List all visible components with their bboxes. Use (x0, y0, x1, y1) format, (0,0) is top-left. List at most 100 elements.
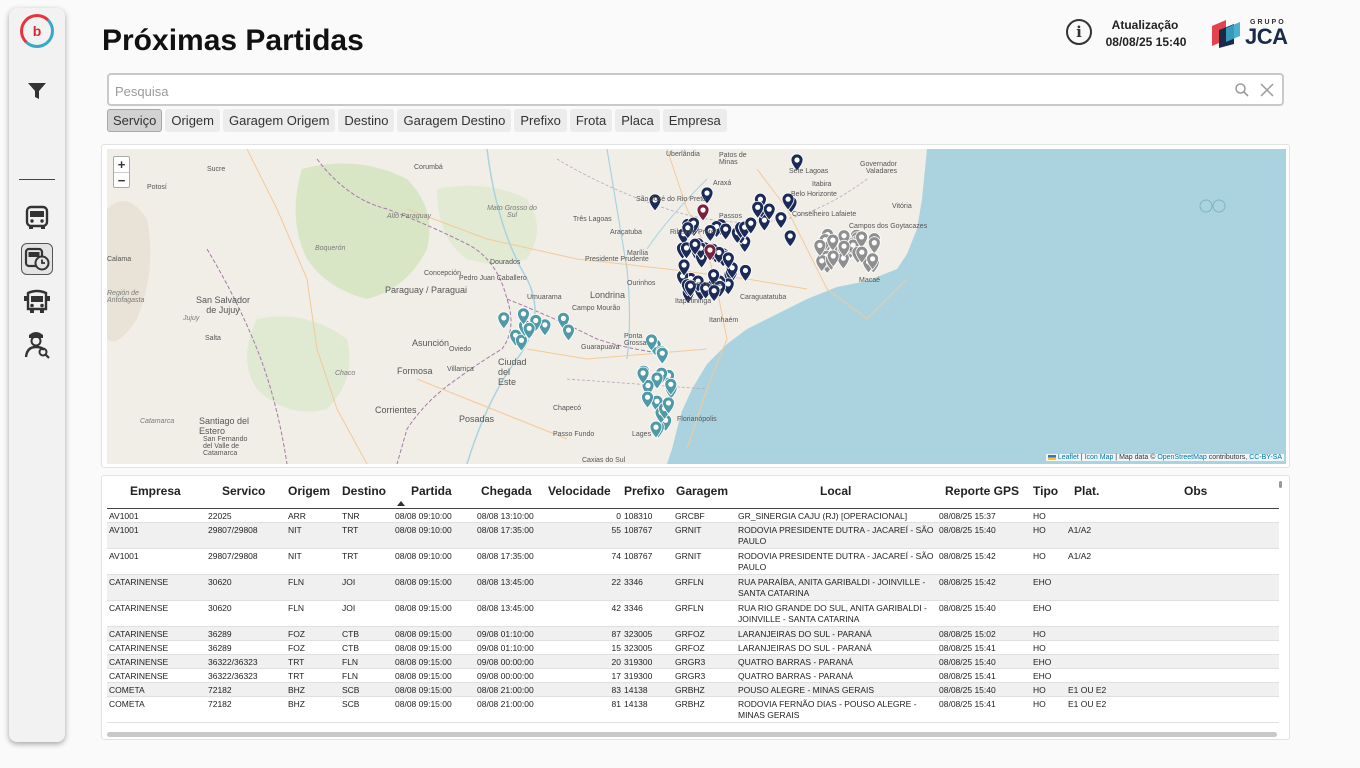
chip-destino[interactable]: Destino (338, 109, 395, 132)
map-label: San Fernando del Valle de Catamarca (203, 436, 248, 457)
table-row[interactable]: COMETA 72182 BHZ SCB 08/08 09:15:00 08/08 21:… (107, 683, 1279, 697)
map-marker-icon[interactable] (783, 229, 797, 248)
col-header-empresa[interactable]: Empresa (130, 484, 181, 498)
cell-origem: BHZ (288, 699, 305, 709)
cell-empresa: CATARINENSE (109, 603, 169, 613)
table-row[interactable]: CATARINENSE 30620 FLN JOI 08/08 09:15:00 08/0… (107, 575, 1279, 601)
col-header-partida[interactable]: Partida (411, 484, 452, 498)
app-logo-text: b (32, 23, 42, 39)
cell-destino: TRT (342, 525, 359, 535)
map-view[interactable]: Uberlândia Patos de Minas Governador Val… (107, 149, 1286, 464)
table-row[interactable]: AV1001 29807/29808 NIT TRT 08/08 09:10:00 08/… (107, 523, 1279, 549)
map-label: Alto Paraguay (387, 213, 431, 220)
map-marker-icon[interactable] (515, 333, 528, 352)
search-input[interactable] (115, 81, 1225, 101)
cell-velocidade: 42 (611, 603, 621, 613)
col-header-servico[interactable]: Servico (222, 484, 265, 498)
cell-destino: FLN (342, 657, 359, 667)
col-header-origem[interactable]: Origem (288, 484, 330, 498)
update-label: Atualização (1111, 18, 1179, 32)
bus-front-icon[interactable] (21, 286, 53, 318)
table-row[interactable]: CATARINENSE 36289 FOZ CTB 08/08 09:15:00 09/0… (107, 641, 1279, 655)
map-marker-icon[interactable] (696, 203, 710, 222)
attribution-license-link[interactable]: CC-BY-SA (1249, 454, 1282, 461)
map-label: Lages (632, 431, 652, 438)
info-icon[interactable]: i (1066, 19, 1092, 45)
map-marker-icon[interactable] (497, 311, 511, 330)
table-row[interactable]: CATARINENSE 36322/36323 TRT FLN 08/08 09:15:… (107, 655, 1279, 669)
zoom-out-button[interactable]: − (114, 172, 129, 188)
cell-velocidade: 0 (616, 511, 621, 521)
table-row[interactable]: COMETA 72182 BHZ SCB 08/08 09:15:00 08/08 21:… (107, 697, 1279, 723)
col-header-destino[interactable]: Destino (342, 484, 386, 498)
cell-partida: 08/08 09:15:00 (395, 577, 452, 587)
cell-chegada: 08/08 21:00:00 (477, 699, 534, 709)
sort-ascending-icon (397, 501, 405, 506)
inspector-icon[interactable] (21, 328, 53, 360)
col-header-reporte-gps[interactable]: Reporte GPS (945, 484, 1019, 498)
map-attribution: Leaflet | Icon Map | Map data © OpenStre… (1045, 454, 1284, 461)
col-header-plat[interactable]: Plat. (1074, 484, 1099, 498)
cell-empresa: CATARINENSE (109, 643, 169, 653)
chip-garagem-origem[interactable]: Garagem Origem (222, 109, 336, 132)
col-header-tipo[interactable]: Tipo (1033, 484, 1058, 498)
update-timestamp: 08/08/25 15:40 (1105, 35, 1187, 49)
col-header-chegada[interactable]: Chegada (481, 484, 532, 498)
cell-origem: NIT (288, 525, 302, 535)
attribution-leaflet-link[interactable]: Leaflet (1058, 454, 1079, 461)
bus-clock-icon[interactable] (21, 243, 53, 275)
chip-placa[interactable]: Placa (615, 109, 660, 132)
table-row[interactable]: AV1001 29807/29808 NIT TRT 08/08 09:10:00 08/… (107, 549, 1279, 575)
cell-garagem: GRBHZ (675, 699, 705, 709)
map-label: Guarapuava (581, 344, 620, 351)
table-row[interactable]: AV1001 22025 ARR TNR 08/08 09:10:00 08/08 13:… (107, 509, 1279, 523)
map-marker-icon[interactable] (655, 346, 669, 365)
cell-reporte: 08/08/25 15:41 (939, 699, 996, 709)
table-row[interactable]: CATARINENSE 36289 FOZ CTB 08/08 09:15:00 09/0… (107, 627, 1279, 641)
map-marker-icon[interactable] (774, 211, 788, 230)
cell-empresa: CATARINENSE (109, 629, 169, 639)
filter-icon[interactable] (21, 75, 53, 107)
map-label: Mato Grosso do Sul (487, 205, 537, 219)
cell-empresa: AV1001 (109, 511, 139, 521)
map-marker-icon[interactable] (719, 222, 733, 241)
chip-servico[interactable]: Serviço (107, 109, 163, 132)
chip-prefixo[interactable]: Prefixo (514, 109, 567, 132)
attribution-iconmap-link[interactable]: Icon Map (1085, 454, 1114, 461)
col-header-local[interactable]: Local (820, 484, 851, 498)
cell-reporte: 08/08/25 15:42 (939, 577, 996, 587)
table-row[interactable]: CATARINENSE 30620 FLN JOI 08/08 09:15:00 08/0… (107, 601, 1279, 627)
cell-origem: FLN (288, 603, 305, 613)
map-marker-icon[interactable] (739, 264, 752, 283)
chip-empresa[interactable]: Empresa (662, 109, 727, 132)
col-header-obs[interactable]: Obs (1184, 484, 1207, 498)
search-bar (107, 73, 1284, 106)
chip-frota[interactable]: Frota (569, 109, 613, 132)
bus-icon[interactable] (21, 202, 53, 234)
map-label: Sorocaba (692, 281, 722, 288)
map-marker-icon[interactable] (562, 323, 575, 342)
col-header-velocidade[interactable]: Velocidade (548, 484, 611, 498)
cell-empresa: CATARINENSE (109, 657, 169, 667)
map-marker-icon[interactable] (641, 390, 654, 409)
clear-icon[interactable] (1258, 81, 1276, 99)
map-marker-icon[interactable] (867, 236, 881, 255)
app-logo[interactable]: b (20, 14, 54, 48)
table-row[interactable]: CATARINENSE 36322/36323 TRT FLN 08/08 09:15:… (107, 669, 1279, 683)
chip-origem[interactable]: Origem (165, 109, 220, 132)
cell-tipo: HO (1033, 525, 1046, 535)
cell-chegada: 09/08 00:00:00 (477, 657, 534, 667)
col-header-garagem[interactable]: Garagem (676, 484, 728, 498)
chip-garagem-destino[interactable]: Garagem Destino (397, 109, 512, 132)
attribution-osm-link[interactable]: OpenStreetMap (1157, 454, 1206, 461)
search-icon[interactable] (1234, 82, 1250, 98)
zoom-in-button[interactable]: + (114, 157, 129, 172)
brand-logo-icon (1212, 20, 1240, 48)
cell-local: LARANJEIRAS DO SUL - PARANÁ (738, 629, 872, 639)
cell-partida: 08/08 09:15:00 (395, 699, 452, 709)
vertical-scrollbar[interactable] (1279, 481, 1282, 488)
map-label: Presidente Prudente (585, 256, 649, 263)
col-header-prefixo[interactable]: Prefixo (624, 484, 665, 498)
horizontal-scrollbar[interactable] (107, 732, 1277, 737)
cell-velocidade: 22 (611, 577, 621, 587)
